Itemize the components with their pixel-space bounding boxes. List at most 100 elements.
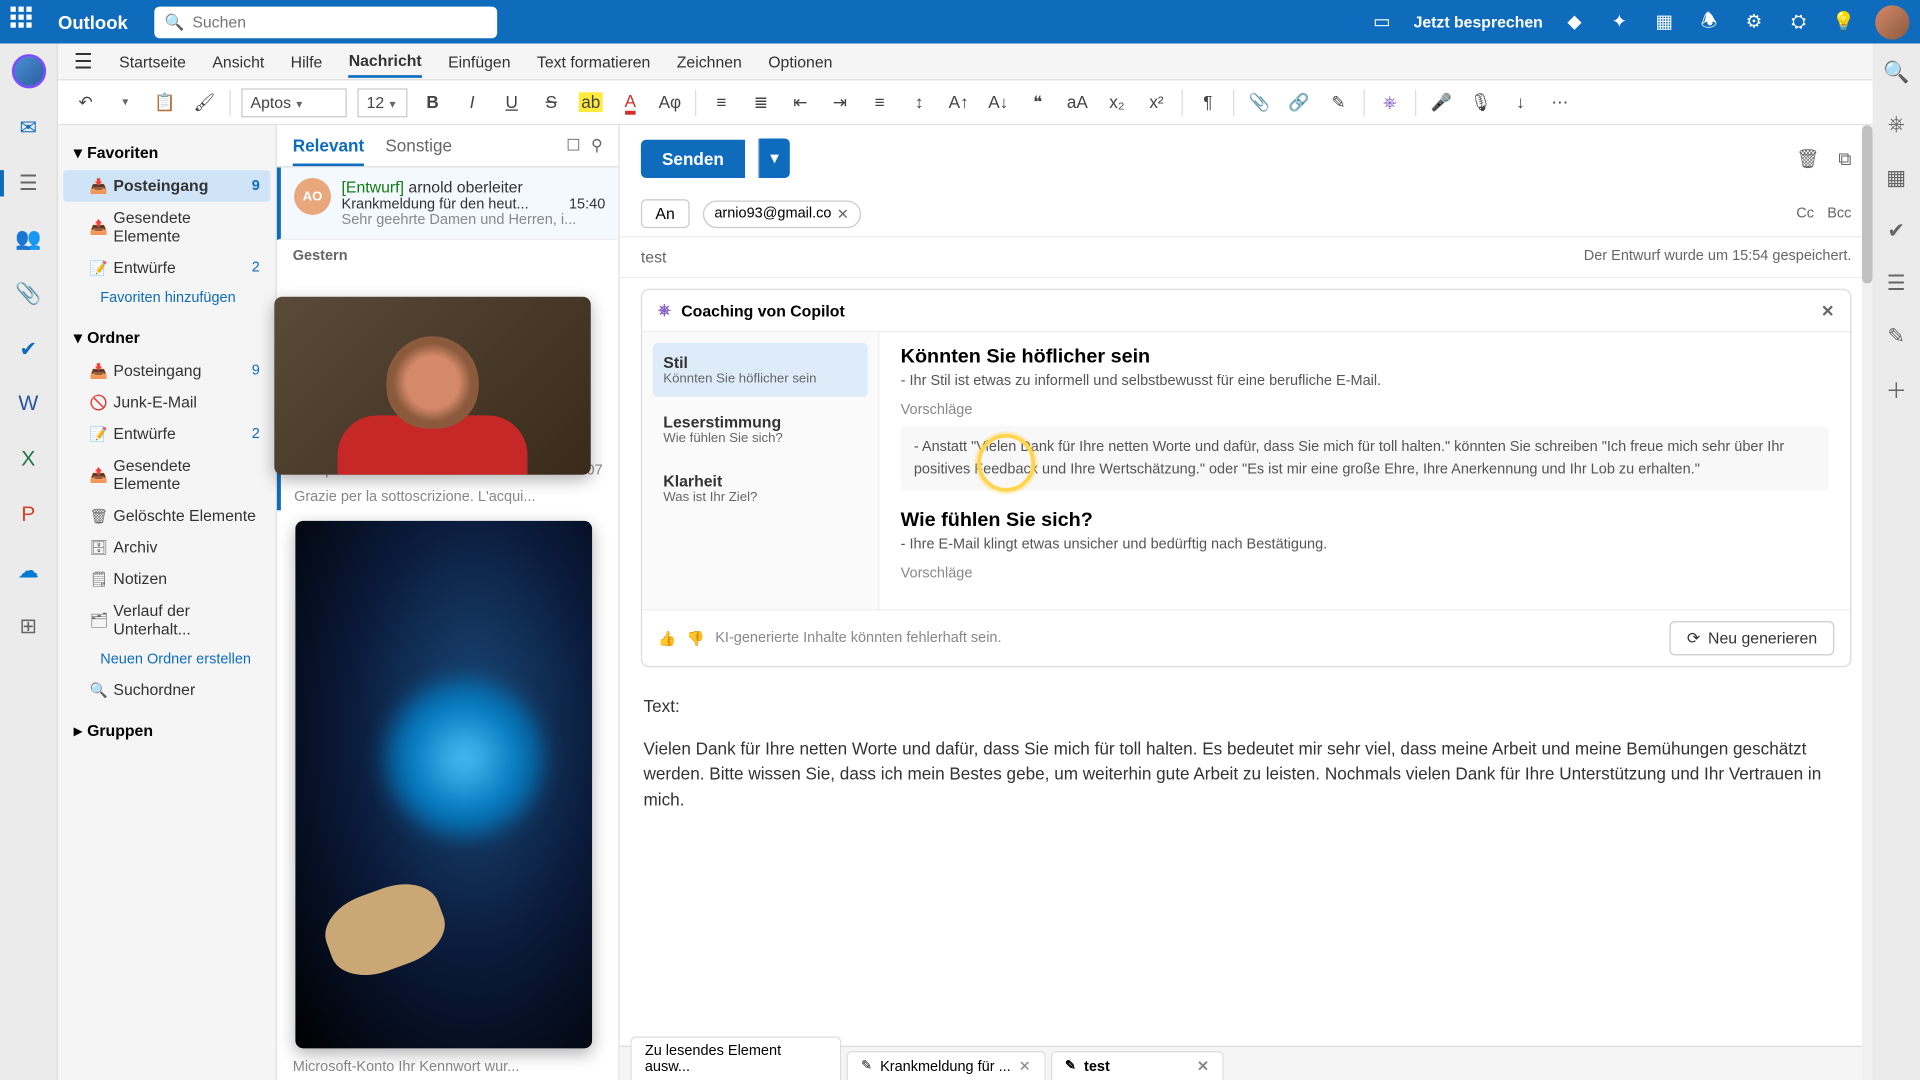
subject-field[interactable]: test: [641, 248, 667, 266]
tab-format[interactable]: Text formatieren: [537, 47, 650, 76]
mail-rail-icon[interactable]: ✉: [13, 112, 45, 144]
line-spacing-button[interactable]: ↕: [905, 88, 934, 117]
tab-help[interactable]: Hilfe: [291, 47, 323, 76]
filter-icon[interactable]: ⚲: [591, 136, 603, 166]
thumbs-up-icon[interactable]: 👍: [658, 630, 676, 647]
to-button[interactable]: An: [641, 199, 689, 228]
bold-button[interactable]: B: [418, 88, 447, 117]
app-launcher[interactable]: [11, 6, 43, 38]
more-toolbar-button[interactable]: ⋯: [1545, 88, 1574, 117]
notification-icon[interactable]: 🕭: [1696, 9, 1722, 35]
download-button[interactable]: ↓: [1506, 88, 1535, 117]
meet-icon[interactable]: ▭: [1369, 9, 1395, 35]
close-tab-icon[interactable]: ✕: [1197, 1058, 1209, 1075]
close-tab-icon[interactable]: ✕: [1019, 1058, 1031, 1075]
tips-icon[interactable]: ⚙: [1741, 9, 1767, 35]
font-select[interactable]: Aptos: [241, 88, 346, 117]
help-icon[interactable]: 💡: [1830, 9, 1856, 35]
popout-icon[interactable]: ⧉: [1838, 147, 1851, 169]
folder-junk[interactable]: 🚫Junk-E-Mail: [63, 386, 270, 418]
bcc-button[interactable]: Bcc: [1827, 206, 1851, 222]
indent-button[interactable]: ⇥: [825, 88, 854, 117]
tab-options[interactable]: Optionen: [768, 47, 832, 76]
bullets-button[interactable]: ≡: [707, 88, 736, 117]
folder-deleted[interactable]: 🗑Gelöschte Elemente: [63, 500, 270, 532]
copilot-tab-clarity[interactable]: Klarheit Was ist Ihr Ziel?: [653, 462, 868, 516]
send-split-button[interactable]: ▾: [758, 138, 789, 178]
bottom-tab-reading[interactable]: Zu lesendes Element ausw...: [630, 1036, 841, 1080]
onedrive-rail-icon[interactable]: ☁: [13, 555, 45, 587]
copilot-tab-sentiment[interactable]: Leserstimmung Wie fühlen Sie sich?: [653, 402, 868, 456]
link-button[interactable]: 🔗: [1284, 88, 1313, 117]
premium-icon[interactable]: ✦: [1606, 9, 1632, 35]
undo-split[interactable]: [111, 88, 140, 117]
calendar-rail-icon[interactable]: ☰: [13, 167, 45, 199]
folder-search[interactable]: 🔍Suchordner: [63, 674, 270, 706]
tab-insert[interactable]: Einfügen: [448, 47, 510, 76]
body-content[interactable]: Vielen Dank für Ihre netten Worte und da…: [644, 735, 1849, 812]
new-folder-link[interactable]: Neuen Ordner erstellen: [63, 645, 270, 674]
word-rail-icon[interactable]: W: [13, 389, 45, 421]
cc-button[interactable]: Cc: [1796, 206, 1814, 222]
increase-font-button[interactable]: A↑: [944, 88, 973, 117]
compose-body[interactable]: Text: Vielen Dank für Ihre netten Worte …: [620, 678, 1873, 828]
format-painter-button[interactable]: 🖌: [190, 88, 219, 117]
search-input[interactable]: [192, 13, 486, 31]
folders-header[interactable]: ▾Ordner: [63, 320, 270, 354]
focused-tab[interactable]: Relevant: [293, 136, 364, 166]
dictate-button[interactable]: 🎤: [1427, 88, 1456, 117]
align-button[interactable]: ≡: [865, 88, 894, 117]
other-tab[interactable]: Sonstige: [385, 136, 452, 166]
favorites-header[interactable]: ▾Favoriten: [63, 136, 270, 170]
delete-draft-icon[interactable]: 🗑: [1796, 147, 1819, 169]
calendar-day-icon[interactable]: ▦: [1651, 9, 1677, 35]
mic-button[interactable]: 🎙: [1466, 88, 1495, 117]
clear-format-button[interactable]: Aφ: [655, 88, 684, 117]
remove-recipient-icon[interactable]: ✕: [837, 205, 849, 222]
tab-message[interactable]: Nachricht: [349, 45, 422, 77]
paste-button[interactable]: 📋: [150, 88, 179, 117]
highlight-button[interactable]: ab: [576, 88, 605, 117]
right-add-icon[interactable]: ＋: [1883, 376, 1909, 402]
decrease-font-button[interactable]: A↓: [984, 88, 1013, 117]
right-search-icon[interactable]: 🔍: [1883, 59, 1909, 85]
account-avatar[interactable]: [11, 54, 45, 88]
numbering-button[interactable]: ≣: [746, 88, 775, 117]
right-contacts-icon[interactable]: ☰: [1883, 270, 1909, 296]
add-favorite-link[interactable]: Favoriten hinzufügen: [63, 284, 270, 313]
font-color-button[interactable]: A: [616, 88, 645, 117]
folder-drafts-fav[interactable]: 📝Entwürfe2: [63, 252, 270, 284]
copilot-tab-style[interactable]: Stil Könnten Sie höflicher sein: [653, 343, 868, 397]
hamburger-icon[interactable]: ☰: [74, 48, 93, 74]
groups-header[interactable]: ▸Gruppen: [63, 713, 270, 747]
send-button[interactable]: Senden: [641, 139, 745, 177]
excel-rail-icon[interactable]: X: [13, 444, 45, 476]
copilot-suggestion[interactable]: - Anstatt "Vielen Dank für Ihre netten W…: [901, 426, 1829, 491]
quote-button[interactable]: ❝: [1023, 88, 1052, 117]
tab-view[interactable]: Ansicht: [212, 47, 264, 76]
right-tasks-icon[interactable]: ✔: [1883, 218, 1909, 244]
signature-button[interactable]: ✎: [1324, 88, 1353, 117]
select-all-icon[interactable]: ☐: [566, 136, 580, 166]
right-copilot-icon[interactable]: ⎈: [1883, 112, 1909, 138]
recipient-chip[interactable]: arnio93@gmail.co✕: [702, 200, 860, 228]
people-rail-icon[interactable]: 👥: [13, 223, 45, 255]
size-select[interactable]: 12: [357, 88, 407, 117]
close-copilot-icon[interactable]: ✕: [1821, 301, 1834, 319]
folder-inbox-fav[interactable]: 📥Posteingang9: [63, 170, 270, 202]
copilot-toolbar-icon[interactable]: ⎈: [1375, 88, 1404, 117]
outdent-button[interactable]: ⇤: [786, 88, 815, 117]
right-notes-icon[interactable]: ✎: [1883, 323, 1909, 349]
case-button[interactable]: aA: [1063, 88, 1092, 117]
styles-button[interactable]: ¶: [1193, 88, 1222, 117]
folder-conv-history[interactable]: 🗂Verlauf der Unterhalt...: [63, 595, 270, 645]
superscript-button[interactable]: x²: [1142, 88, 1171, 117]
italic-button[interactable]: I: [458, 88, 487, 117]
regenerate-button[interactable]: ⟳ Neu generieren: [1670, 621, 1835, 655]
strike-button[interactable]: S: [537, 88, 566, 117]
message-item[interactable]: AO [Entwurf] arnold oberleiter Krankmeld…: [277, 167, 619, 240]
powerpoint-rail-icon[interactable]: P: [13, 500, 45, 532]
bottom-tab-draft1[interactable]: ✎Krankmeldung für ...✕: [847, 1051, 1046, 1080]
folder-sent-fav[interactable]: 📤Gesendete Elemente: [63, 202, 270, 252]
bottom-tab-draft2[interactable]: ✎test✕: [1051, 1051, 1224, 1080]
